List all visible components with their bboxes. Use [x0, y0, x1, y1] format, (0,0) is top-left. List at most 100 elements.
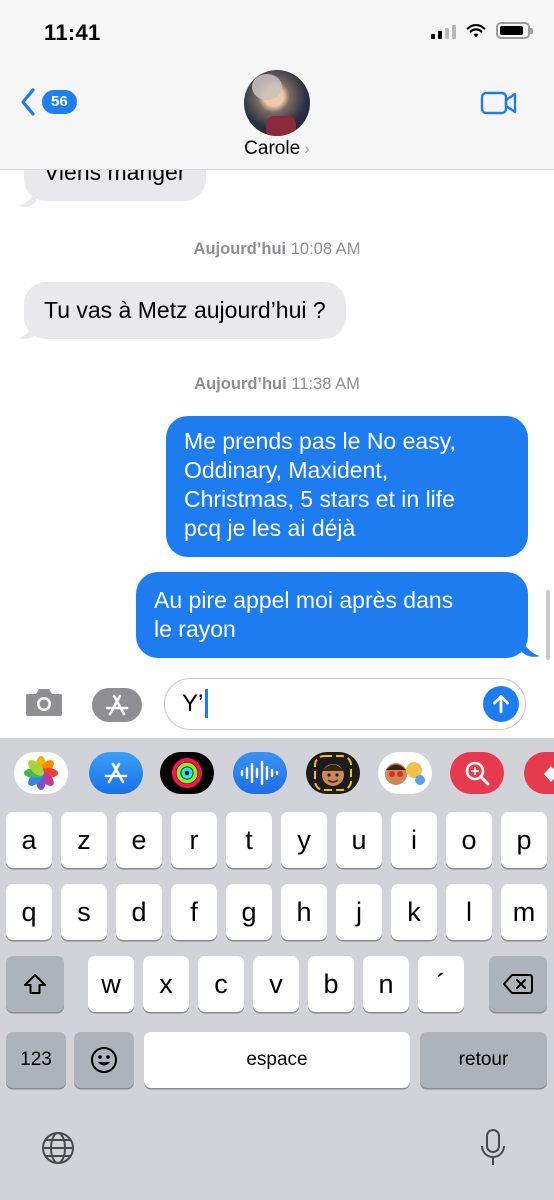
imessage-apps-row: [0, 738, 554, 808]
key-w[interactable]: w: [88, 956, 134, 1012]
send-button[interactable]: [483, 686, 519, 722]
microphone-icon: [481, 1129, 505, 1165]
key-b[interactable]: b: [308, 956, 354, 1012]
app-store-icon: [105, 694, 129, 716]
key-l[interactable]: l: [446, 884, 492, 940]
key-i[interactable]: i: [391, 812, 437, 868]
web-images-app-icon[interactable]: [450, 752, 504, 794]
app-store-app-icon[interactable]: [89, 752, 143, 794]
message-input-value: Y’: [182, 689, 204, 717]
chevron-left-icon: [21, 88, 35, 116]
memoji-app-icon[interactable]: [306, 752, 360, 794]
keyboard: a z e r t y u i o p q s d f g h j k l m …: [0, 738, 554, 1200]
key-u[interactable]: u: [336, 812, 382, 868]
numbers-key[interactable]: 123: [6, 1032, 66, 1088]
message-bubble-incoming-partial[interactable]: Viens manger: [24, 170, 206, 201]
key-j[interactable]: j: [336, 884, 382, 940]
message-bubble-outgoing[interactable]: Au pire appel moi après dans le rayon: [136, 572, 528, 658]
camera-icon: [26, 689, 62, 716]
message-bubble-incoming[interactable]: Tu vas à Metz aujourd’hui ?: [24, 282, 346, 339]
shift-icon: [24, 974, 46, 994]
digital-touch-app-icon[interactable]: [524, 752, 554, 794]
key-acute-accent[interactable]: ´: [418, 956, 464, 1012]
key-q[interactable]: q: [6, 884, 52, 940]
key-t[interactable]: t: [226, 812, 272, 868]
globe-icon: [42, 1132, 74, 1164]
key-o[interactable]: o: [446, 812, 492, 868]
message-bubble-outgoing[interactable]: Me prends pas le No easy, Oddinary, Maxi…: [166, 416, 528, 557]
activity-app-icon[interactable]: [160, 752, 214, 794]
battery-icon: [496, 22, 533, 39]
contact-avatar[interactable]: [244, 70, 310, 136]
bubble-tail: [522, 640, 540, 657]
key-p[interactable]: p: [501, 812, 547, 868]
cellular-signal-icon: [431, 23, 456, 39]
bubble-tail: [18, 322, 36, 339]
contact-name: Carole: [244, 138, 301, 159]
message-line: Christmas, 5 stars et in life: [184, 486, 455, 512]
message-line: le rayon: [154, 616, 236, 642]
key-d[interactable]: d: [116, 884, 162, 940]
camera-button[interactable]: [24, 686, 64, 723]
key-c[interactable]: c: [198, 956, 244, 1012]
message-text: Tu vas à Metz aujourd’hui ?: [44, 297, 326, 323]
space-key[interactable]: espace: [144, 1032, 410, 1088]
conversation-header: 11:41 56 Carole ›: [0, 0, 554, 170]
key-m[interactable]: m: [501, 884, 547, 940]
photos-app-icon[interactable]: [14, 752, 68, 794]
key-z[interactable]: z: [61, 812, 107, 868]
battery-level: [500, 26, 524, 35]
key-n[interactable]: n: [363, 956, 409, 1012]
globe-button[interactable]: [40, 1130, 76, 1171]
back-button[interactable]: 56: [20, 88, 77, 116]
emoji-icon: [91, 1047, 117, 1073]
wifi-icon: [466, 23, 486, 37]
timestamp-day: Aujourd’hui: [193, 240, 287, 258]
timestamp-time: 10:08 AM: [290, 240, 361, 258]
dictation-button[interactable]: [480, 1128, 506, 1173]
timestamp-2: Aujourd’hui 11:38 AM: [0, 375, 554, 394]
send-arrow-icon: [493, 695, 509, 714]
key-f[interactable]: f: [171, 884, 217, 940]
key-x[interactable]: x: [143, 956, 189, 1012]
delete-key[interactable]: [489, 956, 547, 1012]
timestamp-time: 11:38 AM: [291, 375, 360, 393]
audio-message-app-icon[interactable]: [233, 752, 287, 794]
message-list[interactable]: Viens manger Aujourd’hui 10:08 AM Tu vas…: [0, 170, 554, 670]
message-text: Viens manger: [44, 170, 186, 185]
memoji-stickers-app-icon[interactable]: [378, 752, 432, 794]
return-key[interactable]: retour: [420, 1032, 547, 1088]
key-k[interactable]: k: [391, 884, 437, 940]
key-h[interactable]: h: [281, 884, 327, 940]
app-store-button[interactable]: [92, 688, 142, 722]
key-g[interactable]: g: [226, 884, 272, 940]
key-e[interactable]: e: [116, 812, 162, 868]
bubble-tail: [18, 190, 36, 207]
compose-bar: Y’: [0, 670, 554, 738]
message-line: Oddinary, Maxident,: [184, 457, 389, 483]
message-line: Au pire appel moi après dans: [154, 587, 454, 613]
delete-icon: [503, 974, 533, 994]
chevron-right-icon: ›: [304, 139, 310, 158]
shift-key[interactable]: [6, 956, 64, 1012]
contact-name-button[interactable]: Carole ›: [0, 138, 554, 160]
key-y[interactable]: y: [281, 812, 327, 868]
status-time: 11:41: [44, 20, 101, 45]
key-v[interactable]: v: [253, 956, 299, 1012]
video-call-button[interactable]: [480, 90, 518, 121]
video-camera-icon: [480, 91, 517, 115]
scrollbar[interactable]: [546, 590, 550, 660]
unread-count-badge: 56: [42, 90, 77, 114]
key-a[interactable]: a: [6, 812, 52, 868]
key-r[interactable]: r: [171, 812, 217, 868]
timestamp-day: Aujourd’hui: [194, 375, 287, 393]
status-icons: [431, 22, 533, 39]
key-s[interactable]: s: [61, 884, 107, 940]
text-caret: [205, 689, 209, 718]
timestamp-1: Aujourd’hui 10:08 AM: [0, 240, 554, 259]
message-line: Me prends pas le No easy,: [184, 428, 456, 454]
emoji-key[interactable]: [74, 1032, 134, 1088]
message-line: pcq je les ai déjà: [184, 515, 356, 541]
message-input[interactable]: Y’: [164, 678, 526, 730]
keyboard-bottom-bar: [0, 1112, 554, 1200]
